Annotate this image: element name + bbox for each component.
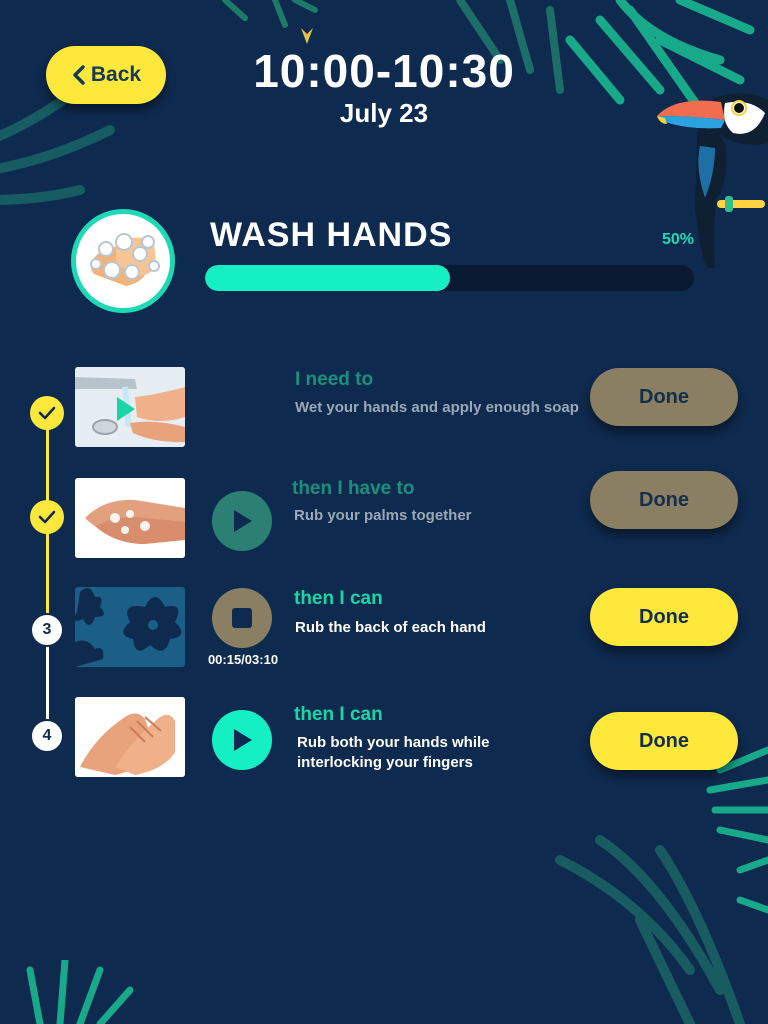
step-3-thumbnail — [75, 587, 185, 667]
progress-bar — [205, 265, 694, 291]
step-1-done-button[interactable]: Done — [590, 368, 738, 426]
step-2-thumbnail — [75, 478, 185, 558]
stop-icon — [232, 608, 252, 628]
step-4-text: Rub both your hands while interlocking y… — [297, 734, 490, 771]
step-2-done-label: Done — [639, 488, 689, 511]
step-4-done-button[interactable]: Done — [590, 712, 738, 770]
step-3-done-button[interactable]: Done — [590, 588, 738, 646]
progress-bar-fill — [205, 265, 450, 291]
step-1-thumbnail — [75, 367, 185, 447]
play-icon — [234, 729, 252, 751]
step-1-label: I need to — [295, 369, 374, 390]
step-3-label: then I can — [294, 588, 383, 609]
step-3-timer: 00:15/03:10 — [207, 652, 279, 667]
step-1-text: Wet your hands and apply enough soap — [295, 399, 579, 416]
step-2-label: then I have to — [292, 478, 415, 499]
step-2-check-icon — [30, 500, 64, 534]
step-2-done-button[interactable]: Done — [590, 471, 738, 529]
time-range: 10:00-10:30 — [253, 45, 515, 97]
task-title: WASH HANDS — [210, 216, 453, 254]
step-4-thumbnail — [75, 697, 185, 777]
step-4-label: then I can — [294, 704, 383, 725]
hand-washing-icon — [71, 209, 175, 313]
step-3-stop-button[interactable] — [212, 588, 272, 648]
step-1-check-icon — [30, 396, 64, 430]
step-2-play-button[interactable] — [212, 491, 272, 551]
step-3-done-label: Done — [639, 605, 689, 628]
step-4-done-label: Done — [639, 729, 689, 752]
step-4-play-button[interactable] — [212, 710, 272, 770]
play-icon — [234, 510, 252, 532]
leaves-bottom-right-decoration — [555, 746, 768, 1024]
step-2-text: Rub your palms together — [294, 507, 472, 524]
step-3-number: 3 — [30, 613, 64, 647]
progress-percent: 50% — [661, 231, 694, 248]
leaves-bottom-left-decoration — [26, 960, 134, 1024]
step-4-number: 4 — [30, 719, 64, 753]
leaves-top-center-decoration — [222, 0, 318, 44]
date: July 23 — [339, 98, 429, 128]
step-1-done-label: Done — [639, 385, 689, 408]
step-3-text: Rub the back of each hand — [295, 619, 486, 636]
